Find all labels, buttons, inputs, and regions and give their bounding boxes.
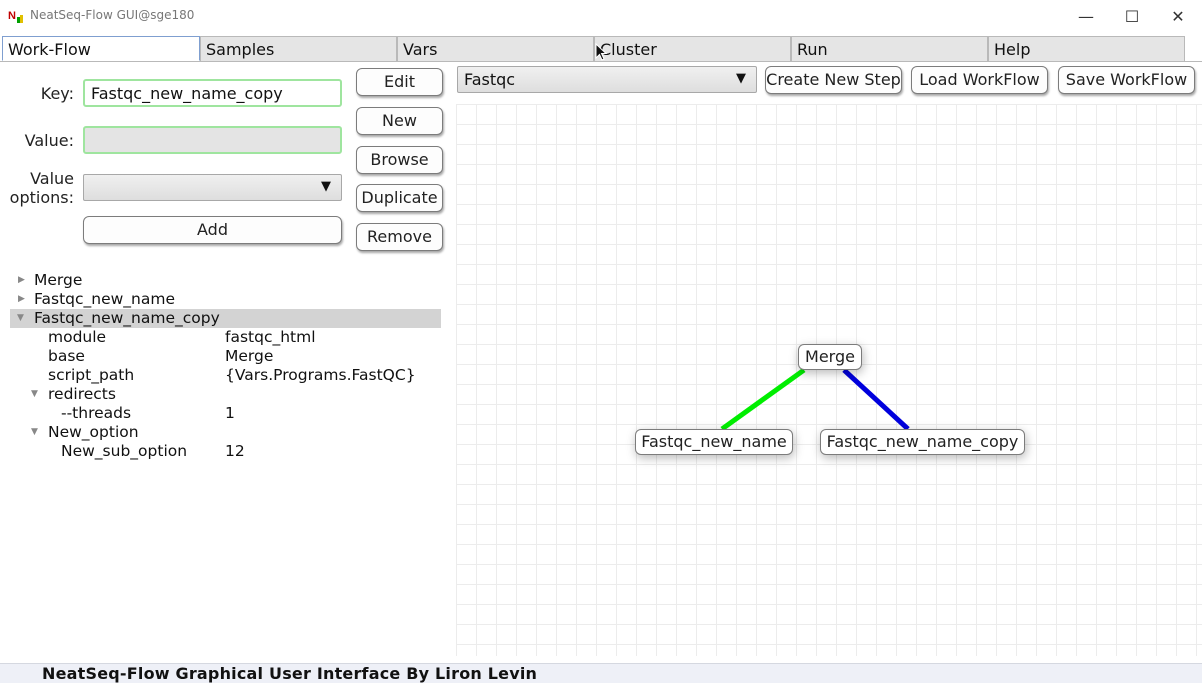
tree-key: script_path <box>48 366 135 384</box>
tree-item-label: Fastqc_new_name_copy <box>34 309 220 327</box>
minimize-button[interactable]: — <box>1063 0 1109 32</box>
mouse-cursor-icon <box>595 43 607 61</box>
tab-work-flow[interactable]: Work-Flow <box>2 36 200 61</box>
key-label: Key: <box>40 84 74 103</box>
tree-item-new-sub-option[interactable]: New_sub_option 12 <box>10 442 441 461</box>
value-options-select[interactable]: ▼ <box>83 174 342 201</box>
tree-value: fastqc_html <box>225 328 316 346</box>
tree-key: --threads <box>61 404 132 422</box>
dropdown-arrow-icon: ▼ <box>736 71 746 86</box>
tree-key: base <box>48 347 85 365</box>
expand-arrow-icon[interactable]: ▶ <box>18 290 25 309</box>
status-text: NeatSeq-Flow Graphical User Interface By… <box>42 664 538 683</box>
tab-divider <box>0 61 1202 62</box>
tab-vars[interactable]: Vars <box>397 36 594 61</box>
dropdown-arrow-icon: ▼ <box>321 179 331 194</box>
tree-value: 12 <box>225 442 245 460</box>
edge-merge-to-fastqc-new-name <box>720 367 806 432</box>
tree-item-label: New_option <box>48 423 139 441</box>
edge-merge-to-fastqc-new-name-copy <box>842 368 910 431</box>
tree-value: {Vars.Programs.FastQC} <box>225 366 416 384</box>
title-bar: N NeatSeq-Flow GUI@sge180 — ☐ ✕ <box>0 0 1202 32</box>
value-options-label-line1: Value <box>30 169 74 188</box>
workflow-canvas[interactable]: Merge Fastqc_new_name Fastqc_new_name_co… <box>456 104 1202 656</box>
window-title: NeatSeq-Flow GUI@sge180 <box>30 8 195 22</box>
tree-item-threads[interactable]: --threads 1 <box>10 404 441 423</box>
tree-key: New_sub_option <box>61 442 188 460</box>
tree-item-module[interactable]: module fastqc_html <box>10 328 441 347</box>
tree-value: 1 <box>225 404 235 422</box>
graph-edges <box>720 367 910 432</box>
maximize-button[interactable]: ☐ <box>1109 0 1155 32</box>
tree-item-fastqc-new-name-copy[interactable]: ▼ Fastqc_new_name_copy <box>10 309 441 328</box>
remove-button[interactable]: Remove <box>356 223 443 251</box>
collapse-arrow-icon[interactable]: ▼ <box>31 423 38 442</box>
app-logo-icon: N <box>8 10 23 23</box>
tree-item-script-path[interactable]: script_path {Vars.Programs.FastQC} <box>10 366 441 385</box>
collapse-arrow-icon[interactable]: ▼ <box>17 309 24 328</box>
add-button[interactable]: Add <box>83 216 342 244</box>
value-options-label-line2: options: <box>9 188 74 207</box>
tree-item-merge[interactable]: ▶ Merge <box>10 271 441 290</box>
key-input[interactable]: Fastqc_new_name_copy <box>83 79 342 107</box>
tree-item-base[interactable]: base Merge <box>10 347 441 366</box>
graph-node-fastqc-new-name[interactable]: Fastqc_new_name <box>635 429 793 455</box>
tab-help[interactable]: Help <box>988 36 1185 61</box>
tab-samples[interactable]: Samples <box>200 36 397 61</box>
tab-run[interactable]: Run <box>791 36 988 61</box>
tree-item-label: redirects <box>48 385 116 403</box>
svg-text:N: N <box>8 10 16 22</box>
duplicate-button[interactable]: Duplicate <box>356 184 443 212</box>
step-select-value: Fastqc <box>464 70 516 89</box>
graph-node-merge[interactable]: Merge <box>798 344 862 370</box>
tree-value: Merge <box>225 347 274 365</box>
value-input[interactable] <box>83 126 342 154</box>
step-select[interactable]: Fastqc ▼ <box>457 66 757 93</box>
create-new-step-button[interactable]: Create New Step <box>765 66 902 94</box>
close-button[interactable]: ✕ <box>1155 0 1201 32</box>
status-bar: NeatSeq-Flow Graphical User Interface By… <box>0 663 1202 683</box>
tree-item-fastqc-new-name[interactable]: ▶ Fastqc_new_name <box>10 290 441 309</box>
new-button[interactable]: New <box>356 107 443 135</box>
edit-button[interactable]: Edit <box>356 68 443 96</box>
tree-item-label: Merge <box>34 271 83 289</box>
tree-item-new-option[interactable]: ▼ New_option <box>10 423 441 442</box>
tab-cluster[interactable]: Cluster <box>594 36 791 61</box>
tree-item-label: Fastqc_new_name <box>34 290 175 308</box>
tree-item-redirects[interactable]: ▼ redirects <box>10 385 441 404</box>
save-workflow-button[interactable]: Save WorkFlow <box>1058 66 1195 94</box>
collapse-arrow-icon[interactable]: ▼ <box>31 385 38 404</box>
browse-button[interactable]: Browse <box>356 146 443 174</box>
value-label: Value: <box>24 131 74 150</box>
graph-node-fastqc-new-name-copy[interactable]: Fastqc_new_name_copy <box>820 429 1025 455</box>
tree-key: module <box>48 328 107 346</box>
expand-arrow-icon[interactable]: ▶ <box>18 271 25 290</box>
load-workflow-button[interactable]: Load WorkFlow <box>911 66 1048 94</box>
